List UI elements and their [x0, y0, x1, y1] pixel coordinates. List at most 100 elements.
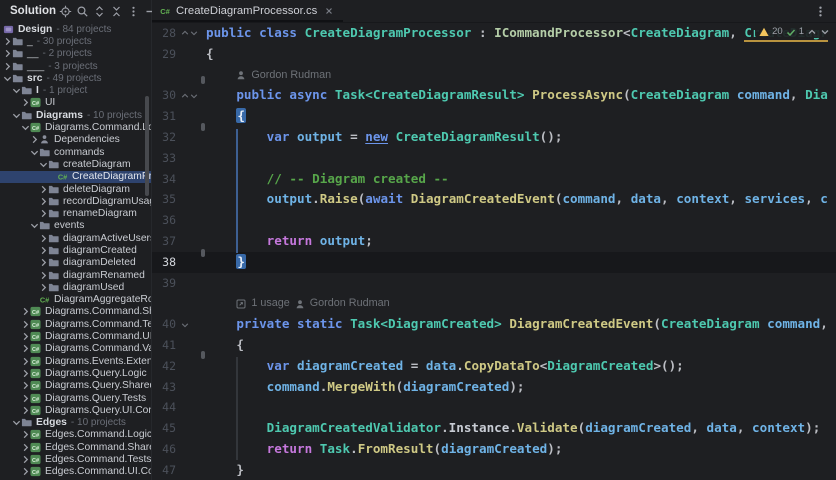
- code-line-35[interactable]: 35 output.Raise(await DiagramCreatedEven…: [152, 189, 836, 210]
- author-label[interactable]: Gordon Rudman: [251, 65, 331, 86]
- chevron-right-icon[interactable]: [39, 246, 48, 255]
- tree-item-design[interactable]: Design- 84 projects: [0, 23, 151, 35]
- code-vision-annotation[interactable]: Gordon Rudman: [206, 65, 331, 86]
- chevron-right-icon[interactable]: [39, 258, 48, 267]
- tree-item-edges-command-ui-components[interactable]: C#Edges.Command.UI.Components: [0, 466, 151, 478]
- code-line-41[interactable]: 41 {: [152, 335, 836, 356]
- tree-item-edges[interactable]: Edges- 10 projects: [0, 417, 151, 429]
- tree-item-item[interactable]: __- 2 projects: [0, 48, 151, 60]
- chevron-down-icon[interactable]: [21, 123, 30, 132]
- tree-item-src[interactable]: src- 49 projects: [0, 72, 151, 84]
- tree-item-edges-command-logic[interactable]: C#Edges.Command.Logic: [0, 429, 151, 441]
- fold-chevron-down-icon[interactable]: [190, 29, 198, 37]
- tree-item-diagramactiveuserschanged[interactable]: diagramActiveUsersChanged: [0, 232, 151, 244]
- chevron-down-icon[interactable]: [12, 86, 21, 95]
- chevron-down-icon[interactable]: [30, 221, 39, 230]
- tree-item-diagramcreated[interactable]: diagramCreated: [0, 244, 151, 256]
- code-line-32[interactable]: 32 var output = new CreateDiagramResult(…: [152, 127, 836, 148]
- tree-item-item[interactable]: ___- 3 projects: [0, 60, 151, 72]
- chevron-down-icon[interactable]: [12, 418, 21, 427]
- chevron-up-icon[interactable]: [807, 27, 817, 37]
- sidebar-scrollbar[interactable]: [145, 96, 149, 196]
- tree-item-diagrams-command-tests[interactable]: C#Diagrams.Command.Tests: [0, 318, 151, 330]
- chevron-right-icon[interactable]: [39, 283, 48, 292]
- code-vision-usage-row[interactable]: 1 usageGordon Rudman: [152, 293, 836, 314]
- chevron-right-icon[interactable]: [21, 394, 30, 403]
- tree-item-ui[interactable]: C#UI: [0, 97, 151, 109]
- chevron-right-icon[interactable]: [21, 381, 30, 390]
- tree-item-diagramaggregateroot-g-cs[interactable]: C#DiagramAggregateRoot.g.cs: [0, 294, 151, 306]
- code-line-46[interactable]: 46 return Task.FromResult(diagramCreated…: [152, 439, 836, 460]
- tree-item-diagrams-command-shared[interactable]: C#Diagrams.Command.Shared: [0, 306, 151, 318]
- code-line-43[interactable]: 43 command.MergeWith(diagramCreated);: [152, 377, 836, 398]
- chevron-right-icon[interactable]: [21, 406, 30, 415]
- author-label[interactable]: Gordon Rudman: [310, 293, 390, 314]
- chevron-right-icon[interactable]: [21, 320, 30, 329]
- chevron-right-icon[interactable]: [21, 344, 30, 353]
- chevron-right-icon[interactable]: [30, 135, 39, 144]
- code-vision-annotation[interactable]: 1 usageGordon Rudman: [206, 293, 390, 314]
- chevron-right-icon[interactable]: [21, 443, 30, 452]
- tree-item-diagrams-query-shared[interactable]: C#Diagrams.Query.Shared: [0, 380, 151, 392]
- tree-item-diagrams-command-logic[interactable]: C#Diagrams.Command.Logic: [0, 121, 151, 133]
- fold-chevron-up-icon[interactable]: [181, 92, 189, 100]
- chevron-right-icon[interactable]: [39, 271, 48, 280]
- chevron-right-icon[interactable]: [21, 467, 30, 476]
- locate-icon[interactable]: [59, 5, 72, 18]
- chevron-right-icon[interactable]: [21, 307, 30, 316]
- tree-item-edges-command-tests[interactable]: C#Edges.Command.Tests: [0, 453, 151, 465]
- search-icon[interactable]: [76, 5, 89, 18]
- tab-creatediagramprocessor[interactable]: C# CreateDiagramProcessor.cs: [152, 0, 343, 22]
- fold-chevron-down-icon[interactable]: [181, 321, 189, 329]
- chevron-right-icon[interactable]: [39, 234, 48, 243]
- tree-item-edges-command-shared[interactable]: C#Edges.Command.Shared: [0, 441, 151, 453]
- code-line-38[interactable]: 38 }: [152, 252, 836, 273]
- chevron-down-icon[interactable]: [12, 111, 21, 120]
- code-line-29[interactable]: 29{: [152, 44, 836, 65]
- code-line-39[interactable]: 39: [152, 273, 836, 294]
- code-vision-author-row[interactable]: Gordon Rudman: [152, 65, 836, 86]
- tree-item-diagrams-query-logic[interactable]: C#Diagrams.Query.Logic: [0, 367, 151, 379]
- tree-item-diagrams-query-ui-components[interactable]: C#Diagrams.Query.UI.Components: [0, 404, 151, 416]
- chevron-right-icon[interactable]: [3, 62, 12, 71]
- chevron-down-icon[interactable]: [39, 160, 48, 169]
- tree-item-recorddiagramusage[interactable]: recordDiagramUsage: [0, 195, 151, 207]
- chevron-down-icon[interactable]: [3, 74, 12, 83]
- chevron-right-icon[interactable]: [39, 209, 48, 218]
- tree-item-diagrams-query-tests[interactable]: C#Diagrams.Query.Tests: [0, 392, 151, 404]
- tree-item-diagramused[interactable]: diagramUsed: [0, 281, 151, 293]
- inspections-widget[interactable]: 20 1: [755, 25, 834, 38]
- tree-item-i[interactable]: I- 1 project: [0, 84, 151, 96]
- tree-item-diagrams[interactable]: Diagrams- 10 projects: [0, 109, 151, 121]
- code-line-40[interactable]: 40 private static Task<DiagramCreated> D…: [152, 314, 836, 335]
- tree-item-creatediagram[interactable]: createDiagram: [0, 158, 151, 170]
- chevron-right-icon[interactable]: [39, 185, 48, 194]
- tree-item-diagrams-command-validation[interactable]: C#Diagrams.Command.Validation: [0, 343, 151, 355]
- tree-item-creatediagramprocessor-c[interactable]: C#CreateDiagramProcessor.c: [0, 171, 151, 183]
- tabbar-more-icon[interactable]: [814, 5, 827, 18]
- tree-item-deletediagram[interactable]: deleteDiagram: [0, 183, 151, 195]
- expand-all-icon[interactable]: [93, 5, 106, 18]
- tree-item-item[interactable]: _- 30 projects: [0, 35, 151, 47]
- close-icon[interactable]: [324, 6, 334, 16]
- more-options-icon[interactable]: [127, 5, 140, 18]
- code-area[interactable]: 28public class CreateDiagramProcessor : …: [152, 23, 836, 480]
- solution-dropdown[interactable]: Solution: [10, 5, 56, 17]
- tree-item-renamediagram[interactable]: renameDiagram: [0, 207, 151, 219]
- chevron-right-icon[interactable]: [3, 37, 12, 46]
- collapse-all-icon[interactable]: [110, 5, 123, 18]
- code-line-33[interactable]: 33: [152, 148, 836, 169]
- code-line-37[interactable]: 37 return output;: [152, 231, 836, 252]
- chevron-right-icon[interactable]: [21, 369, 30, 378]
- code-line-34[interactable]: 34 // -- Diagram created --: [152, 169, 836, 190]
- chevron-right-icon[interactable]: [21, 357, 30, 366]
- tree-item-diagrams-events-extensions[interactable]: C#Diagrams.Events.Extensions: [0, 355, 151, 367]
- tree-item-diagramrenamed[interactable]: diagramRenamed: [0, 269, 151, 281]
- fold-chevron-up-icon[interactable]: [181, 29, 189, 37]
- tree-item-diagrams-command-ui-components[interactable]: C#Diagrams.Command.UI.Components: [0, 330, 151, 342]
- chevron-right-icon[interactable]: [21, 430, 30, 439]
- tree-item-dependencies[interactable]: Dependencies: [0, 134, 151, 146]
- code-line-36[interactable]: 36: [152, 210, 836, 231]
- chevron-right-icon[interactable]: [21, 455, 30, 464]
- chevron-down-icon[interactable]: [30, 148, 39, 157]
